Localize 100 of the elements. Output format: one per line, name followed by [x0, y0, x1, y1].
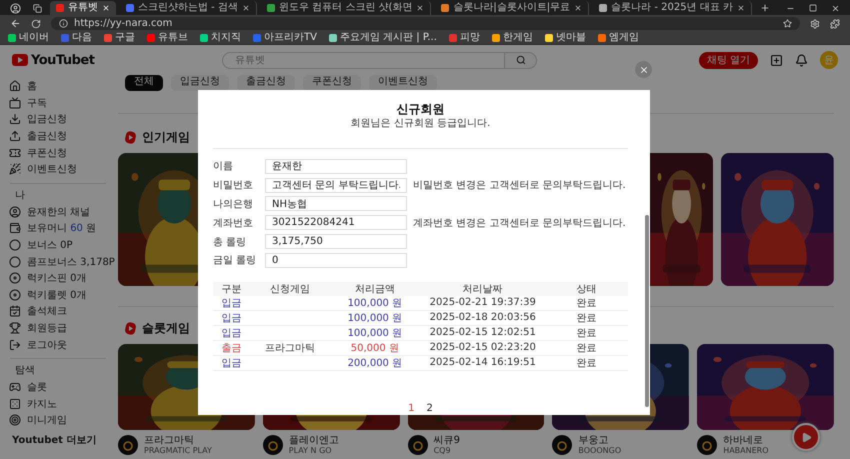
filter-chip[interactable]: 전체 — [125, 75, 163, 91]
dice-icon — [9, 398, 21, 410]
filter-chip[interactable]: 출금신청 — [237, 75, 295, 91]
field-label: 나의은행 — [213, 198, 254, 211]
table-cell: 2025-02-15 12:02:51 — [420, 325, 545, 340]
search-field[interactable]: 유튜벳 — [222, 52, 505, 68]
sidebar-item[interactable]: 출석체크 — [27, 304, 67, 318]
filter-chip[interactable]: 쿠폰신청 — [303, 75, 361, 91]
disc-icon — [9, 272, 21, 284]
circle-icon — [9, 256, 21, 268]
game-name[interactable]: 프라그마틱 — [144, 435, 212, 446]
table-cell: 입금 — [213, 296, 250, 310]
field-label: 금일 롤링 — [213, 254, 258, 268]
sidebar-item[interactable]: 콤프보너스 3,178P — [27, 254, 115, 269]
tab-close-icon[interactable] — [736, 4, 745, 12]
table-cell: 2025-02-14 16:19:51 — [420, 355, 545, 370]
user-circle-icon — [9, 206, 21, 218]
tab-close-icon[interactable] — [242, 4, 250, 12]
sidebar-item[interactable]: 보너스 0P — [27, 238, 73, 252]
search-button[interactable] — [505, 52, 537, 68]
filter-chip[interactable]: 입금신청 — [171, 75, 229, 91]
sidebar-heading: 나 — [14, 188, 26, 203]
table-cell: 입금 — [213, 325, 250, 340]
channel-avatar-icon — [552, 435, 572, 455]
reload-icon[interactable] — [31, 18, 41, 28]
chat-button[interactable]: 채팅 열기 — [698, 52, 758, 68]
sidebar-item[interactable]: 카지노 — [27, 396, 57, 411]
info-icon[interactable] — [59, 19, 68, 28]
logo-text[interactable]: YouTubet — [31, 52, 94, 68]
sidebar-item[interactable]: 로그아웃 — [27, 338, 67, 352]
maximize-icon[interactable] — [809, 4, 817, 12]
game-name[interactable]: 씨큐9 — [434, 435, 460, 446]
tab-close-icon[interactable] — [416, 4, 424, 12]
bookmark-link[interactable]: 구글 — [104, 32, 135, 44]
settings-icon[interactable] — [810, 18, 820, 28]
close-button[interactable] — [635, 61, 652, 78]
game-name[interactable]: 하바네로 — [723, 435, 769, 446]
sidebar-item[interactable]: 럭키룰렛 0개 — [27, 288, 87, 302]
table-cell: 200,000 원 — [329, 355, 420, 370]
sidebar-item[interactable]: 보유머니 60 원 — [27, 221, 96, 236]
bookmark-link[interactable]: 다음 — [61, 32, 92, 44]
create-icon[interactable] — [770, 54, 783, 66]
star-icon[interactable] — [783, 19, 792, 28]
field-label: 계좌번호 — [213, 216, 254, 230]
wallet-icon — [9, 222, 21, 234]
more-link[interactable]: Youtubet 더보기 — [0, 432, 116, 447]
channel-avatar-icon — [118, 435, 138, 455]
table-cell: 완료 — [544, 296, 628, 310]
sidebar-item[interactable]: 이벤트신청 — [27, 162, 77, 176]
bookmark-link[interactable]: 주요게임 게시판 | P... — [328, 32, 437, 44]
bookmark-link[interactable]: 치지직 — [200, 32, 241, 44]
table-cell: 출금 — [213, 340, 250, 356]
sidebar-item[interactable]: 쿠폰신청 — [27, 146, 67, 160]
provider-name: HABANERO — [723, 446, 769, 456]
sidebar-item[interactable]: 구독 — [27, 96, 47, 110]
extension-icon[interactable] — [830, 18, 840, 28]
bookmark-link[interactable]: 아프리카TV — [253, 32, 317, 44]
input-field[interactable]: 3,175,750 — [265, 234, 407, 250]
page-link[interactable]: 1 — [406, 402, 416, 414]
field-label: 총 롤링 — [213, 236, 248, 249]
sidebar-item[interactable]: 입금신청 — [27, 112, 67, 126]
address-field[interactable]: https://yy-nara.com — [51, 17, 800, 30]
bookmark-link[interactable]: 넷마블 — [544, 32, 586, 44]
column-header: 상태 — [544, 282, 628, 296]
play-button[interactable] — [792, 423, 820, 451]
sidebar-item[interactable]: 슬롯 — [27, 380, 47, 394]
bookmark-link[interactable]: 네이버 — [8, 32, 49, 44]
input-field[interactable]: 0 — [265, 252, 407, 268]
scrollbar[interactable] — [645, 215, 649, 407]
sidebar-item[interactable]: 출금신청 — [27, 129, 67, 144]
provider-name: CQ9 — [434, 446, 452, 456]
tab-close-icon[interactable] — [102, 4, 110, 12]
input-field[interactable]: 고객센터 문의 부탁드립니다. — [265, 178, 407, 193]
tab-close-icon[interactable] — [574, 4, 582, 12]
sidebar-item[interactable]: 윤재한의 채널 — [27, 204, 90, 219]
sidebar-item[interactable]: 회원등급 — [27, 321, 67, 336]
page-link[interactable]: 2 — [424, 402, 435, 414]
table-cell: 2025-02-21 19:37:39 — [420, 296, 545, 310]
bookmark-link[interactable]: 피망 — [448, 32, 480, 44]
table-cell: 100,000 원 — [329, 296, 420, 310]
game-name[interactable]: 부웅고 — [578, 435, 622, 446]
game-name[interactable]: 플레이엔고 — [288, 435, 339, 446]
bookmark-link[interactable]: 유튜브 — [147, 32, 188, 44]
sidebar-item[interactable]: 홈 — [27, 79, 37, 94]
field-note: 비밀번호 변경은 고객센터로 문의부탁드립니다. — [413, 179, 626, 192]
close-icon[interactable] — [831, 4, 840, 12]
bookmark-link[interactable]: 엠게임 — [598, 32, 639, 44]
sidebar-item[interactable]: 미니게임 — [27, 413, 67, 428]
filter-chip[interactable]: 이벤트신청 — [369, 75, 437, 91]
browser-tab[interactable]: 유튜벳 — [50, 1, 116, 15]
close-icon — [638, 64, 648, 74]
sidebar-item[interactable]: 럭키스핀 0개 — [27, 271, 87, 286]
table-cell: 입금 — [213, 310, 250, 326]
input-field[interactable]: 윤재한 — [265, 158, 407, 174]
input-field[interactable]: 3021522084241 — [265, 215, 407, 230]
notification-icon[interactable] — [795, 54, 808, 66]
input-field[interactable]: NH농협 — [265, 196, 407, 212]
back-icon[interactable] — [10, 18, 21, 29]
bookmark-link[interactable]: 한게임 — [492, 32, 533, 44]
table-cell: 2025-02-18 20:03:56 — [420, 310, 545, 326]
